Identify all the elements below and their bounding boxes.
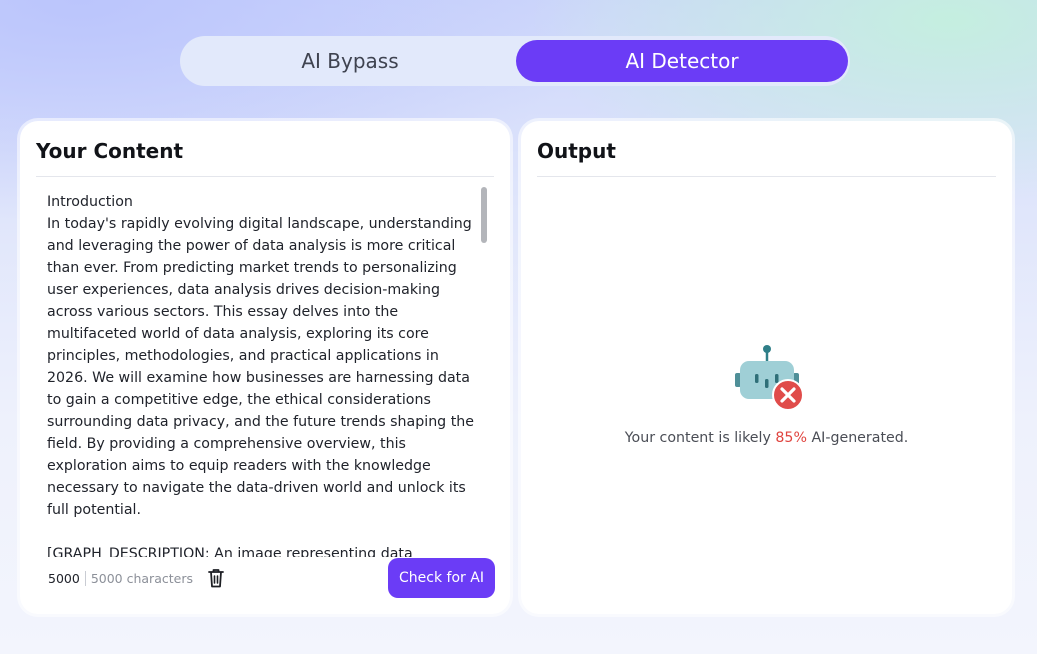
content-textarea[interactable]: Introduction In today's rapidly evolving… — [47, 191, 477, 557]
detection-result: Your content is likely 85% AI-generated. — [521, 430, 1012, 446]
output-panel-title: Output — [537, 139, 616, 163]
content-paragraph: [GRAPH_DESCRIPTION: An image representin… — [47, 546, 413, 557]
tab-ai-detector[interactable]: AI Detector — [516, 40, 848, 82]
content-scrollbar[interactable] — [481, 187, 487, 243]
result-prefix: Your content is likely — [624, 430, 776, 446]
char-count: 5000 — [48, 570, 86, 586]
character-counter: 5000 5000 characters — [48, 569, 193, 587]
mode-tabs: AI Bypass AI Detector — [180, 36, 850, 86]
output-divider — [537, 176, 996, 177]
content-paragraph: Introduction In today's rapidly evolving… — [47, 194, 474, 518]
robot-x-icon — [732, 343, 804, 413]
content-divider — [36, 176, 494, 177]
content-panel-title: Your Content — [36, 139, 184, 163]
check-for-ai-button[interactable]: Check for AI — [388, 558, 495, 598]
char-limit: 5000 characters — [90, 570, 193, 586]
result-suffix: AI-generated. — [806, 430, 909, 446]
tab-ai-bypass[interactable]: AI Bypass — [186, 40, 514, 82]
trash-icon[interactable] — [206, 567, 226, 589]
output-panel: Output Your content is likely 85% AI-gen… — [521, 121, 1012, 614]
content-panel: Your Content Introduction In today's rap… — [20, 121, 510, 614]
ai-percentage: 85% — [775, 430, 807, 446]
